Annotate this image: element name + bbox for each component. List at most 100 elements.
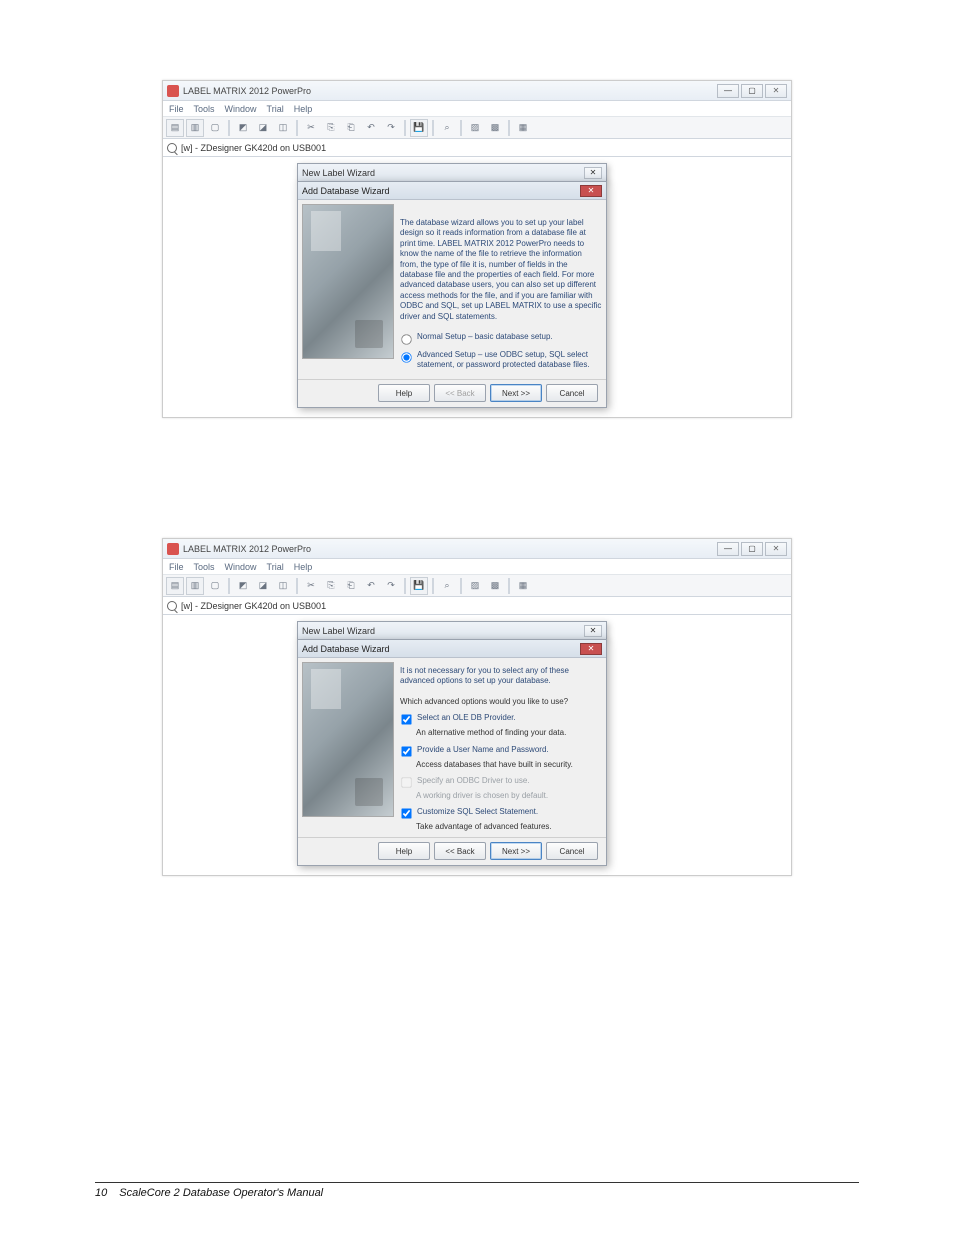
toolbar-btn-13[interactable]: ⌕ xyxy=(438,577,456,595)
toolbar-btn-5[interactable]: ◪ xyxy=(254,577,272,595)
screenshot-1: LABEL MATRIX 2012 PowerPro — ▢ ✕ File To… xyxy=(162,80,792,418)
toolbar-btn-15[interactable]: ▩ xyxy=(486,119,504,137)
toolbar-btn-close[interactable]: ▢ xyxy=(206,577,224,595)
back-button[interactable]: << Back xyxy=(434,384,486,402)
toolbar-btn-16[interactable]: ▦ xyxy=(514,577,532,595)
close-icon[interactable]: ✕ xyxy=(584,167,602,179)
canvas-area: New Label Wizard ✕ Add Database Wizard ✕… xyxy=(163,157,791,417)
app-title: LABEL MATRIX 2012 PowerPro xyxy=(183,544,311,554)
menu-tools[interactable]: Tools xyxy=(194,562,215,572)
toolbar-btn-open[interactable]: ▥ xyxy=(186,119,204,137)
add-database-wizard-window: Add Database Wizard ✕ It is not necessar… xyxy=(297,639,607,866)
window-titlebar[interactable]: LABEL MATRIX 2012 PowerPro — ▢ ✕ xyxy=(163,539,791,559)
toolbar-btn-cut[interactable]: ✂ xyxy=(302,119,320,137)
document-tab-label: [w] - ZDesigner GK420d on USB001 xyxy=(181,601,326,611)
window-titlebar[interactable]: LABEL MATRIX 2012 PowerPro — ▢ ✕ xyxy=(163,81,791,101)
back-button[interactable]: << Back xyxy=(434,842,486,860)
add-database-wizard-title: Add Database Wizard xyxy=(302,186,390,196)
app-title: LABEL MATRIX 2012 PowerPro xyxy=(183,86,311,96)
toolbar-btn-14[interactable]: ▨ xyxy=(466,119,484,137)
close-button[interactable]: ✕ xyxy=(765,84,787,98)
document-tab[interactable]: [w] - ZDesigner GK420d on USB001 xyxy=(163,139,791,157)
canvas-area: New Label Wizard ✕ Add Database Wizard ✕… xyxy=(163,615,791,875)
close-icon[interactable]: ✕ xyxy=(580,185,602,197)
toolbar-btn-6[interactable]: ◫ xyxy=(274,119,292,137)
wizard-image xyxy=(302,204,394,359)
toolbar-btn-undo[interactable]: ↶ xyxy=(362,577,380,595)
page-title: ScaleCore 2 Database Operator's Manual xyxy=(119,1187,323,1199)
next-button[interactable]: Next >> xyxy=(490,384,542,402)
menubar: File Tools Window Trial Help xyxy=(163,559,791,575)
new-label-wizard-window: New Label Wizard ✕ xyxy=(297,163,607,183)
new-label-wizard-window: New Label Wizard ✕ xyxy=(297,621,607,641)
next-button[interactable]: Next >> xyxy=(490,842,542,860)
add-database-wizard-window: Add Database Wizard ✕ The database wizar… xyxy=(297,181,607,408)
app-icon xyxy=(167,543,179,555)
close-icon[interactable]: ✕ xyxy=(580,643,602,655)
cancel-button[interactable]: Cancel xyxy=(546,842,598,860)
toolbar-btn-6[interactable]: ◫ xyxy=(274,577,292,595)
button-row: Help << Back Next >> Cancel xyxy=(298,379,606,407)
toolbar: ▤ ▥ ▢ ◩ ◪ ◫ ✂ ⎘ ⎗ ↶ ↷ 💾 ⌕ ▨ ▩ ▦ xyxy=(163,575,791,597)
screenshot-2: LABEL MATRIX 2012 PowerPro — ▢ ✕ File To… xyxy=(162,538,792,876)
menu-help[interactable]: Help xyxy=(294,562,313,572)
magnifier-icon xyxy=(167,143,177,153)
minimize-button[interactable]: — xyxy=(717,542,739,556)
menu-window[interactable]: Window xyxy=(225,562,257,572)
toolbar-btn-15[interactable]: ▩ xyxy=(486,577,504,595)
radio-normal-setup[interactable]: Normal Setup – basic database setup. xyxy=(400,332,602,346)
check-sql-statement-sub: Take advantage of advanced features. xyxy=(416,822,602,832)
check-odbc-driver-sub: A working driver is chosen by default. xyxy=(416,791,602,801)
maximize-button[interactable]: ▢ xyxy=(741,542,763,556)
toolbar-btn-copy[interactable]: ⎘ xyxy=(322,577,340,595)
radio-advanced-setup[interactable]: Advanced Setup – use ODBC setup, SQL sel… xyxy=(400,350,602,371)
toolbar-btn-undo[interactable]: ↶ xyxy=(362,119,380,137)
cancel-button[interactable]: Cancel xyxy=(546,384,598,402)
check-user-password[interactable]: Provide a User Name and Password. xyxy=(400,745,602,758)
toolbar-btn-save[interactable]: 💾 xyxy=(410,577,428,595)
toolbar-btn-13[interactable]: ⌕ xyxy=(438,119,456,137)
toolbar-btn-14[interactable]: ▨ xyxy=(466,577,484,595)
add-database-wizard-title: Add Database Wizard xyxy=(302,644,390,654)
help-button[interactable]: Help xyxy=(378,384,430,402)
close-button[interactable]: ✕ xyxy=(765,542,787,556)
toolbar-btn-paste[interactable]: ⎗ xyxy=(342,119,360,137)
toolbar-btn-cut[interactable]: ✂ xyxy=(302,577,320,595)
document-tab[interactable]: [w] - ZDesigner GK420d on USB001 xyxy=(163,597,791,615)
check-sql-statement[interactable]: Customize SQL Select Statement. xyxy=(400,807,602,820)
toolbar-btn-copy[interactable]: ⎘ xyxy=(322,119,340,137)
menu-trial[interactable]: Trial xyxy=(267,104,284,114)
document-tab-label: [w] - ZDesigner GK420d on USB001 xyxy=(181,143,326,153)
toolbar-btn-4[interactable]: ◩ xyxy=(234,577,252,595)
menu-file[interactable]: File xyxy=(169,104,184,114)
toolbar-btn-redo[interactable]: ↷ xyxy=(382,577,400,595)
close-icon[interactable]: ✕ xyxy=(584,625,602,637)
menu-file[interactable]: File xyxy=(169,562,184,572)
help-button[interactable]: Help xyxy=(378,842,430,860)
toolbar-btn-redo[interactable]: ↷ xyxy=(382,119,400,137)
menu-trial[interactable]: Trial xyxy=(267,562,284,572)
wizard-image xyxy=(302,662,394,817)
toolbar-btn-paste[interactable]: ⎗ xyxy=(342,577,360,595)
check-ole-db[interactable]: Select an OLE DB Provider. xyxy=(400,713,602,726)
check-ole-db-sub: An alternative method of finding your da… xyxy=(416,728,602,738)
maximize-button[interactable]: ▢ xyxy=(741,84,763,98)
toolbar-btn-close[interactable]: ▢ xyxy=(206,119,224,137)
toolbar-btn-16[interactable]: ▦ xyxy=(514,119,532,137)
toolbar-btn-open[interactable]: ▥ xyxy=(186,577,204,595)
check-user-password-sub: Access databases that have built in secu… xyxy=(416,760,602,770)
page-number: 10 xyxy=(95,1187,107,1199)
check-odbc-driver[interactable]: Specify an ODBC Driver to use. xyxy=(400,776,602,789)
toolbar-btn-new[interactable]: ▤ xyxy=(166,119,184,137)
new-label-wizard-title: New Label Wizard xyxy=(302,626,375,636)
menu-window[interactable]: Window xyxy=(225,104,257,114)
menu-help[interactable]: Help xyxy=(294,104,313,114)
toolbar-btn-save[interactable]: 💾 xyxy=(410,119,428,137)
toolbar-btn-new[interactable]: ▤ xyxy=(166,577,184,595)
toolbar-btn-4[interactable]: ◩ xyxy=(234,119,252,137)
wizard-intro: It is not necessary for you to select an… xyxy=(400,666,602,687)
minimize-button[interactable]: — xyxy=(717,84,739,98)
toolbar-btn-5[interactable]: ◪ xyxy=(254,119,272,137)
toolbar: ▤ ▥ ▢ ◩ ◪ ◫ ✂ ⎘ ⎗ ↶ ↷ 💾 ⌕ ▨ ▩ ▦ xyxy=(163,117,791,139)
menu-tools[interactable]: Tools xyxy=(194,104,215,114)
